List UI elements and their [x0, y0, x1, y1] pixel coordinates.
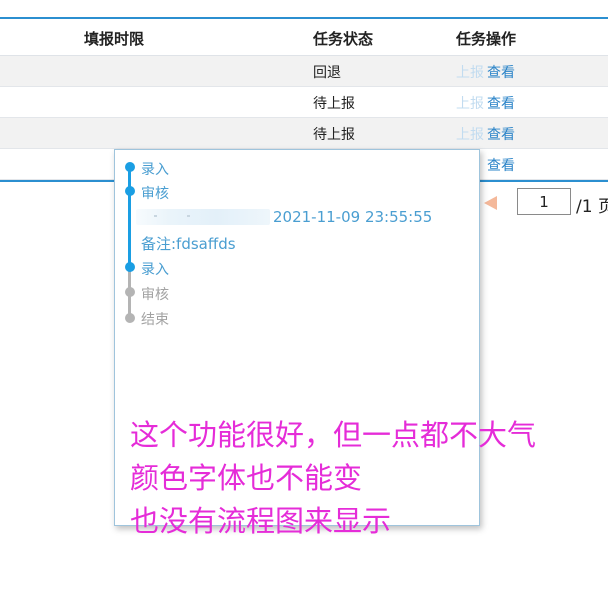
- timeline-dot-icon: [125, 313, 135, 323]
- row-status: 回退: [313, 65, 341, 81]
- timeline-dot-icon: [125, 262, 135, 272]
- timeline-step-label: 结束: [141, 312, 169, 328]
- page-number-input[interactable]: [517, 188, 571, 215]
- view-link[interactable]: 查看: [487, 155, 515, 175]
- table-header: 填报时限 任务状态 任务操作: [0, 19, 608, 56]
- timeline-line-active: [128, 167, 131, 267]
- timeline-step-label: 录入: [141, 162, 169, 178]
- page-total: /1 页: [576, 197, 608, 217]
- timeline-dot-icon: [125, 287, 135, 297]
- blur-artifact: [187, 215, 190, 217]
- annotation-line-2: 颜色字体也不能变: [130, 461, 363, 495]
- prev-page-arrow-icon[interactable]: [484, 196, 497, 210]
- timeline-dot-icon: [125, 162, 135, 172]
- blur-artifact: [154, 215, 157, 217]
- header-fill-time: 填报时限: [84, 30, 145, 48]
- header-task-ops: 任务操作: [456, 30, 517, 48]
- view-link[interactable]: 查看: [487, 62, 515, 82]
- report-link-disabled: 上报: [456, 96, 484, 112]
- table-row: 待上报 上报 查看: [0, 118, 608, 149]
- timeline-step-label: 审核: [141, 186, 169, 202]
- table-row: 回退 上报 查看: [0, 56, 608, 87]
- review-time: 2021-11-09 23:55:55: [273, 208, 433, 226]
- timeline-step-label: 录入: [141, 262, 169, 278]
- review-remark: 备注:fdsaffds: [141, 235, 236, 253]
- view-link[interactable]: 查看: [487, 93, 515, 113]
- table-row: 待上报 上报 查看: [0, 87, 608, 118]
- view-link[interactable]: 查看: [487, 124, 515, 144]
- blurred-reviewer-name: [136, 209, 270, 225]
- row-status: 待上报: [313, 96, 355, 112]
- row-status: 待上报: [313, 127, 355, 143]
- timeline-dot-icon: [125, 186, 135, 196]
- report-link-disabled: 上报: [456, 127, 484, 143]
- header-task-status: 任务状态: [313, 30, 374, 48]
- timeline-step-label: 审核: [141, 287, 169, 303]
- annotation-line-1: 这个功能很好，但一点都不大气: [130, 418, 537, 452]
- annotation-line-3: 也没有流程图来显示: [130, 504, 392, 538]
- report-link-disabled: 上报: [456, 65, 484, 81]
